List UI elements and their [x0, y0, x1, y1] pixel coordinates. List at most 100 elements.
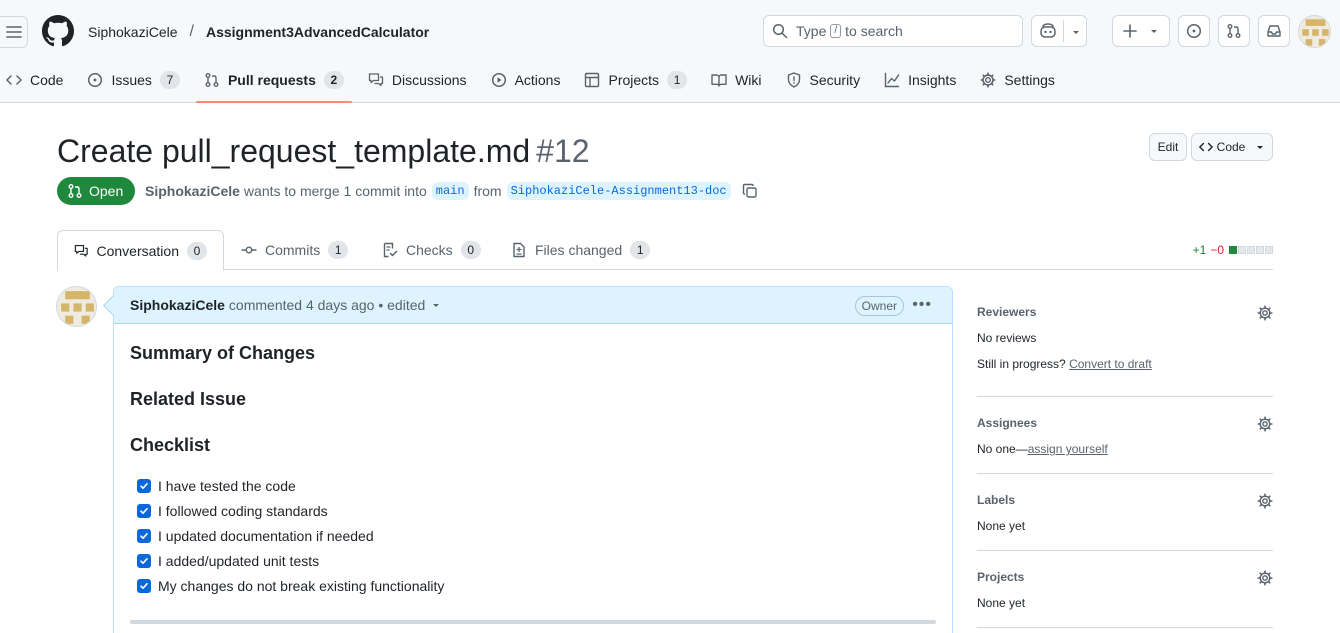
tab-label: Code: [30, 72, 64, 88]
gear-icon: [980, 72, 996, 88]
tab-security[interactable]: Security: [778, 62, 869, 98]
inbox-button[interactable]: [1258, 15, 1290, 47]
tab-actions[interactable]: Actions: [483, 62, 569, 98]
checkbox[interactable]: [137, 503, 151, 518]
menu-button[interactable]: [0, 16, 28, 48]
tab-projects[interactable]: Projects 1: [576, 62, 695, 98]
sidebar-title: Assignees: [977, 416, 1038, 430]
copilot-button[interactable]: [1031, 15, 1087, 47]
gear-icon[interactable]: [1257, 416, 1273, 432]
inbox-icon: [1267, 25, 1281, 37]
tab-commits[interactable]: Commits 1: [225, 230, 364, 270]
book-icon: [711, 74, 727, 87]
tab-label: Actions: [514, 72, 561, 88]
check-icon: [140, 532, 148, 539]
pull-requests-button[interactable]: [1218, 15, 1250, 47]
chevron-down-icon: [1151, 30, 1157, 33]
owner-badge: Owner: [854, 296, 904, 316]
tab-insights[interactable]: Insights: [876, 62, 964, 98]
tab-pull-requests[interactable]: Pull requests 2: [195, 62, 352, 103]
breadcrumb-repo-link[interactable]: Assignment3AdvancedCalculator: [206, 24, 429, 40]
tab-label: Conversation: [96, 242, 180, 259]
git-pull-request-icon: [68, 184, 82, 198]
tab-label: Files changed: [535, 242, 623, 258]
comment-meta: commented 4 days ago • edited: [228, 297, 426, 313]
pr-title-text: Create pull_request_template.md: [57, 133, 531, 169]
sidebar-labels: Labels None yet: [977, 493, 1273, 533]
diffstat-block: [1238, 246, 1246, 254]
check-icon: [140, 507, 148, 514]
search-placeholder-suffix: to search: [845, 23, 903, 39]
task-list-item: I have tested the code: [137, 473, 444, 498]
tab-code[interactable]: Code: [0, 62, 71, 98]
tab-settings[interactable]: Settings: [972, 62, 1063, 98]
heading-related-issue: Related Issue: [130, 389, 247, 409]
tab-files-changed[interactable]: Files changed 1: [495, 230, 666, 270]
base-branch[interactable]: main: [431, 182, 469, 200]
merge-text: wants to merge 1 commit into: [243, 183, 427, 199]
global-header: SiphokaziCele / Assignment3AdvancedCalcu…: [0, 0, 1340, 103]
chevron-down-icon[interactable]: [431, 300, 441, 310]
gear-icon[interactable]: [1257, 493, 1273, 509]
tab-wiki[interactable]: Wiki: [703, 62, 769, 98]
create-new-button[interactable]: [1112, 15, 1170, 47]
head-branch[interactable]: SiphokaziCele-Assignment13-doc: [506, 182, 731, 200]
copy-icon[interactable]: [742, 183, 758, 199]
checkbox[interactable]: [137, 553, 151, 568]
github-logo-icon[interactable]: [42, 15, 74, 47]
copilot-icon: [1040, 23, 1056, 38]
diffstat-block: [1247, 246, 1255, 254]
code-icon: [1198, 142, 1213, 152]
task-list-item: I updated documentation if needed: [137, 523, 444, 548]
tab-counter: 0: [187, 241, 207, 260]
code-dropdown-button[interactable]: Code: [1191, 133, 1273, 161]
assign-yourself-link[interactable]: assign yourself: [1028, 442, 1108, 456]
pr-description-comment: SiphokaziCele commented 4 days ago • edi…: [113, 286, 953, 633]
chevron-down-icon[interactable]: [1071, 27, 1081, 37]
checkbox[interactable]: [137, 528, 151, 543]
tab-label: Commits: [265, 242, 321, 258]
task-list-item: I added/updated unit tests: [137, 548, 444, 573]
git-pull-request-icon: [1227, 24, 1241, 38]
edit-title-button[interactable]: Edit: [1149, 133, 1187, 161]
search-icon: [772, 23, 788, 39]
comment-author-link[interactable]: SiphokaziCele: [130, 297, 225, 313]
tab-issues[interactable]: Issues 7: [79, 62, 187, 98]
heading-checklist: Checklist: [130, 435, 211, 455]
tab-label: Issues: [111, 72, 152, 88]
in-progress-row: Still in progress? Convert to draft: [977, 357, 1273, 371]
checkbox[interactable]: [137, 478, 151, 493]
comment-author-avatar[interactable]: [56, 286, 97, 327]
tab-label: Insights: [908, 72, 957, 88]
gear-icon[interactable]: [1257, 305, 1273, 321]
kebab-horizontal-icon[interactable]: •••: [912, 296, 932, 314]
breadcrumb-separator: /: [189, 23, 194, 40]
issues-button[interactable]: [1178, 15, 1210, 47]
plus-icon: [1123, 24, 1137, 38]
table-icon: [585, 72, 600, 88]
diffstat-block: [1265, 246, 1273, 254]
check-icon: [140, 482, 148, 489]
reviewers-value: No reviews: [977, 331, 1037, 345]
sidebar-title: Labels: [977, 493, 1016, 507]
task-list-item: My changes do not break existing functio…: [137, 573, 444, 598]
task-label: I have tested the code: [158, 477, 296, 494]
comment-discussion-icon: [74, 244, 88, 257]
user-avatar[interactable]: [1298, 15, 1331, 48]
assignees-prefix: No one—: [977, 442, 1028, 456]
tab-checks[interactable]: Checks 0: [366, 230, 497, 270]
search-input[interactable]: Type / to search: [763, 15, 1023, 47]
task-label: I followed coding standards: [158, 502, 328, 519]
check-icon: [140, 557, 148, 564]
identicon-avatar-icon: [1302, 19, 1329, 46]
checkbox[interactable]: [137, 578, 151, 593]
diffstat-deletions: −0: [1210, 243, 1224, 257]
pr-author-link[interactable]: SiphokaziCele: [145, 183, 240, 199]
breadcrumb-owner-link[interactable]: SiphokaziCele: [88, 24, 178, 40]
issue-opened-icon: [88, 72, 103, 88]
tab-conversation[interactable]: Conversation 0: [57, 230, 224, 271]
tab-discussions[interactable]: Discussions: [360, 62, 475, 98]
convert-to-draft-link[interactable]: Convert to draft: [1069, 357, 1152, 371]
diffstat-additions: +1: [1192, 243, 1207, 257]
gear-icon[interactable]: [1257, 570, 1273, 586]
